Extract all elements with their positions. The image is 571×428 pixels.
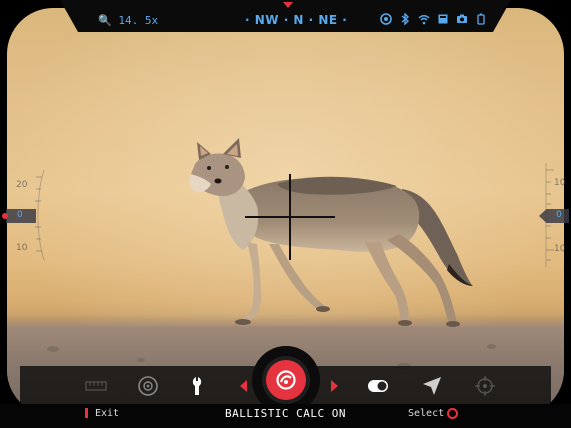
gps-arrow-icon[interactable] xyxy=(420,374,444,398)
left-gauge-current: 0 xyxy=(17,210,23,220)
menu-next-arrow-icon[interactable] xyxy=(331,380,338,392)
stone xyxy=(487,344,496,349)
stone xyxy=(137,358,145,362)
wifi-icon xyxy=(418,15,430,25)
bluetooth-icon xyxy=(401,13,410,25)
left-gauge-value-lower: 10 xyxy=(16,243,28,253)
wrench-icon[interactable] xyxy=(189,374,213,398)
status-message: BALLISTIC CALC ON xyxy=(224,407,347,420)
coyote-image xyxy=(189,138,473,327)
reticle-vertical-line xyxy=(289,174,291,260)
target-icon[interactable] xyxy=(473,374,497,398)
toggle-icon[interactable] xyxy=(366,374,390,398)
right-gauge-value-lower: 10 xyxy=(554,244,566,254)
range-finder-icon xyxy=(380,13,392,25)
ballistic-calc-icon xyxy=(276,370,296,390)
magnifier-icon: 🔍 xyxy=(98,14,112,27)
battery-icon xyxy=(477,13,485,25)
stone xyxy=(47,346,59,352)
sd-card-icon xyxy=(438,14,448,24)
select-button-indicator-icon xyxy=(447,408,458,419)
select-button-label[interactable]: Select xyxy=(408,408,444,419)
zoom-value: 14. 5x xyxy=(118,14,159,27)
reticle-icon[interactable] xyxy=(136,374,160,398)
left-gauge-dot-icon xyxy=(2,213,8,219)
right-gauge-value-upper: 10 xyxy=(554,178,566,188)
left-gauge-value-upper: 20 xyxy=(16,180,28,190)
menu-prev-arrow-icon[interactable] xyxy=(240,380,247,392)
compass-heading: · NW · N · NE · xyxy=(245,13,348,27)
zoom-readout: 🔍 14. 5x xyxy=(98,14,158,27)
status-icons xyxy=(380,13,487,25)
right-gauge-current: 0 xyxy=(556,210,562,220)
heading-marker-icon xyxy=(283,2,293,8)
scope-display: 🔍 14. 5x · NW · N · NE · 20 10 0 10 10 0… xyxy=(0,0,571,428)
camera-icon xyxy=(457,14,467,23)
ruler-icon[interactable] xyxy=(84,374,108,398)
